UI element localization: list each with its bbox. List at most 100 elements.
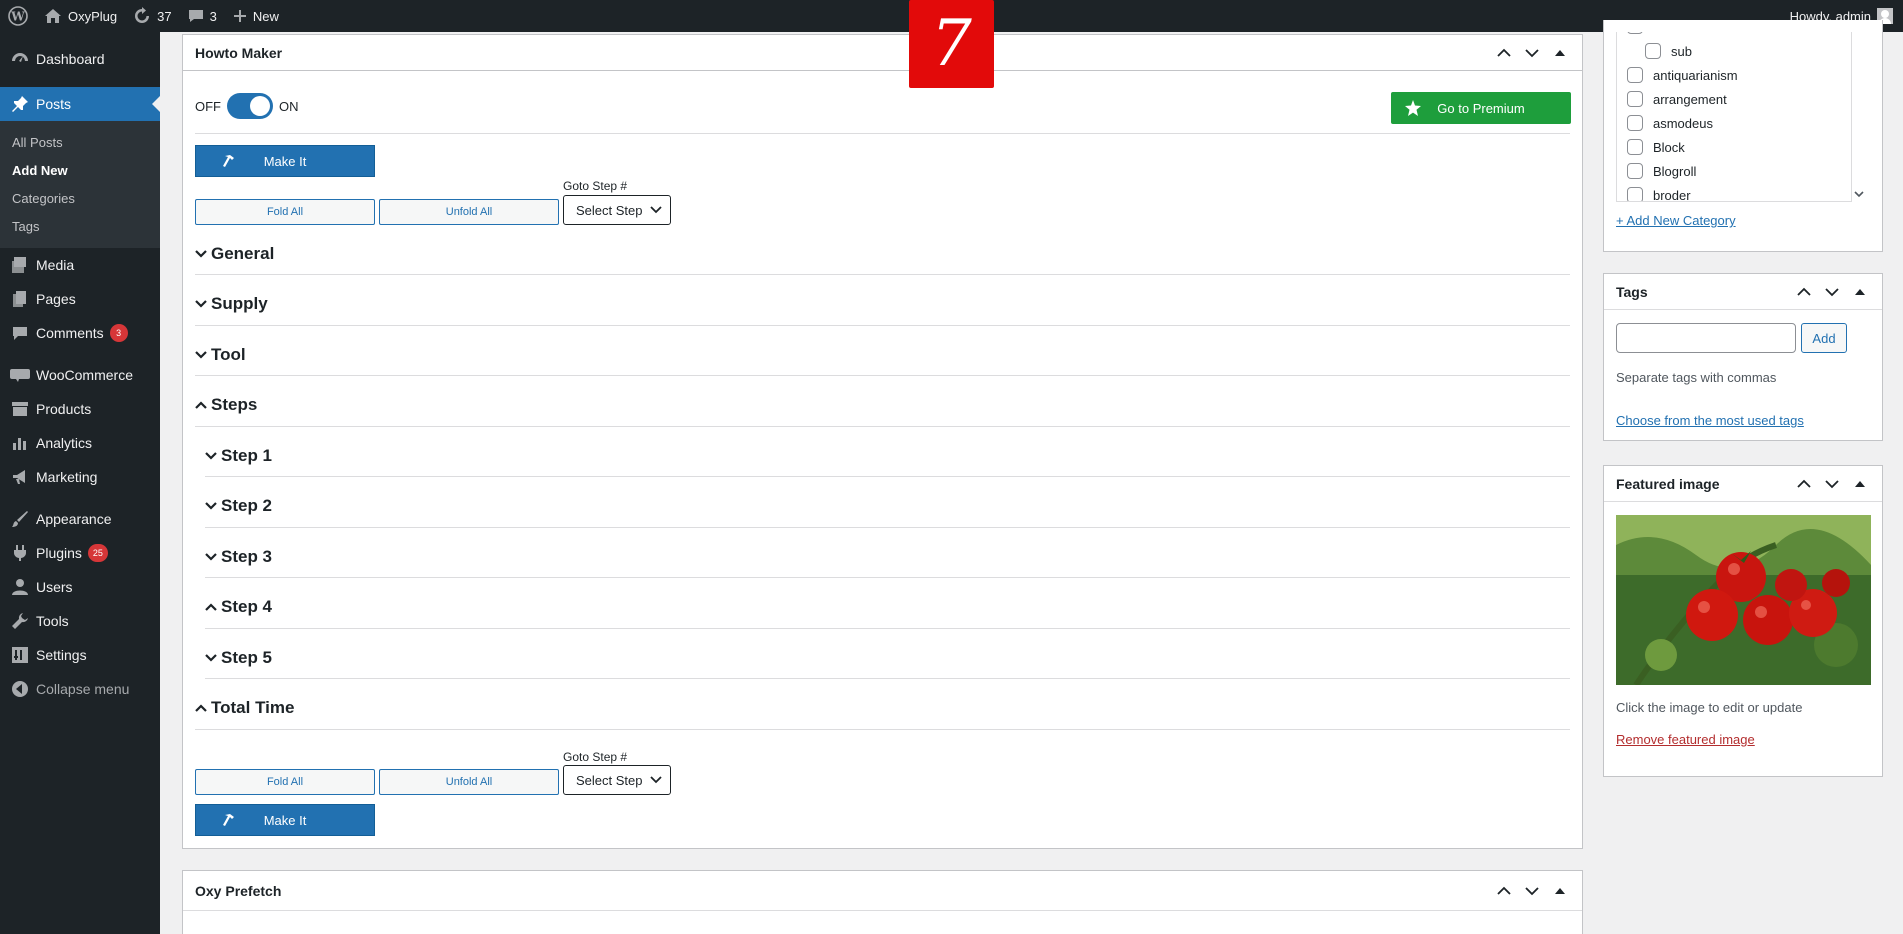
category-checkbox[interactable] (1627, 91, 1643, 107)
category-item[interactable]: broder (1627, 183, 1691, 201)
toggle-panel-icon[interactable] (1850, 474, 1870, 494)
menu-pages[interactable]: Pages (0, 282, 160, 316)
category-item[interactable]: asmodeus (1627, 111, 1713, 135)
section-step-3[interactable]: Step 3 (205, 547, 272, 567)
categories-scrollbar[interactable] (1852, 32, 1866, 202)
plugins-badge: 25 (87, 544, 108, 562)
menu-products[interactable]: Products (0, 392, 160, 426)
select-step-dropdown-bottom[interactable]: Select Step (563, 765, 671, 795)
fold-all-button-top[interactable]: Fold All (195, 199, 375, 225)
chevron-up-icon (205, 603, 217, 611)
menu-analytics[interactable]: Analytics (0, 426, 160, 460)
move-down-icon[interactable] (1822, 474, 1842, 494)
toggle-panel-icon[interactable] (1550, 43, 1570, 63)
section-step-5[interactable]: Step 5 (205, 648, 272, 668)
move-down-icon[interactable] (1522, 881, 1542, 901)
section-label: Supply (211, 294, 268, 313)
divider (195, 426, 1570, 427)
move-up-icon[interactable] (1494, 43, 1514, 63)
archive-icon (10, 399, 30, 419)
site-name-link[interactable]: OxyPlug (36, 0, 125, 32)
unfold-all-button-bottom[interactable]: Unfold All (379, 769, 559, 795)
select-step-dropdown-top[interactable]: Select Step (563, 195, 671, 225)
category-item[interactable]: sub (1645, 39, 1692, 63)
section-step-2[interactable]: Step 2 (205, 496, 272, 516)
add-new-category-link[interactable]: + Add New Category (1616, 213, 1736, 228)
menu-woocommerce[interactable]: WooCommerce (0, 358, 160, 392)
submenu-add-new[interactable]: Add New (0, 156, 160, 184)
featured-image-header: Featured image (1604, 466, 1882, 502)
section-step-4[interactable]: Step 4 (205, 597, 272, 617)
make-it-button-top[interactable]: Make It (195, 145, 375, 177)
menu-plugins[interactable]: Plugins 25 (0, 536, 160, 570)
section-general[interactable]: General (195, 244, 274, 264)
menu-media[interactable]: Media (0, 248, 160, 282)
brush-icon (10, 509, 30, 529)
section-supply[interactable]: Supply (195, 294, 268, 314)
enable-switch[interactable] (227, 93, 273, 119)
chevron-down-icon (205, 502, 217, 510)
menu-appearance[interactable]: Appearance (0, 502, 160, 536)
submenu-tags[interactable]: Tags (0, 212, 160, 240)
move-down-icon[interactable] (1822, 282, 1842, 302)
section-tool[interactable]: Tool (195, 345, 246, 365)
comments-link[interactable]: 3 (180, 0, 225, 32)
category-checkbox[interactable] (1627, 67, 1643, 83)
choose-most-used-tags-link[interactable]: Choose from the most used tags (1616, 413, 1804, 428)
menu-label: Posts (36, 96, 72, 112)
menu-collapse[interactable]: Collapse menu (0, 672, 160, 706)
move-up-icon[interactable] (1494, 881, 1514, 901)
category-checkbox[interactable] (1627, 115, 1643, 131)
unfold-all-button-top[interactable]: Unfold All (379, 199, 559, 225)
category-checkbox[interactable] (1645, 43, 1661, 59)
menu-label: Pages (36, 291, 76, 307)
go-to-premium-button[interactable]: Go to Premium (1391, 92, 1571, 124)
toggle-panel-icon[interactable] (1550, 881, 1570, 901)
category-checkbox[interactable] (1627, 187, 1643, 201)
dashboard-icon (10, 49, 30, 69)
move-up-icon[interactable] (1794, 282, 1814, 302)
refresh-icon (133, 7, 151, 25)
category-item[interactable]: Block (1627, 135, 1685, 159)
menu-tools[interactable]: Tools (0, 604, 160, 638)
submenu-categories[interactable]: Categories (0, 184, 160, 212)
add-tag-button[interactable]: Add (1801, 323, 1847, 353)
category-checkbox[interactable] (1627, 163, 1643, 179)
chevron-down-icon (650, 206, 662, 214)
section-label: Step 4 (221, 597, 273, 616)
category-label: Block (1653, 139, 1685, 155)
section-steps[interactable]: Steps (195, 395, 257, 415)
menu-comments[interactable]: Comments 3 (0, 316, 160, 350)
tag-input[interactable] (1616, 323, 1796, 353)
move-down-icon[interactable] (1522, 43, 1542, 63)
media-icon (10, 255, 30, 275)
menu-users[interactable]: Users (0, 570, 160, 604)
comments-count: 3 (209, 8, 217, 24)
featured-image-thumbnail[interactable] (1616, 515, 1871, 687)
divider (195, 375, 1570, 376)
category-item[interactable]: antiquarianism (1627, 63, 1738, 87)
make-it-button-bottom[interactable]: Make It (195, 804, 375, 836)
category-label: asmodeus (1653, 115, 1713, 131)
menu-posts[interactable]: Posts (0, 87, 160, 121)
toggle-panel-icon[interactable] (1850, 282, 1870, 302)
menu-settings[interactable]: Settings (0, 638, 160, 672)
category-item[interactable]: Blogroll (1627, 159, 1696, 183)
updates-link[interactable]: 37 (125, 0, 179, 32)
category-checkbox[interactable] (1627, 139, 1643, 155)
menu-marketing[interactable]: Marketing (0, 460, 160, 494)
new-content-link[interactable]: New (225, 0, 287, 32)
remove-featured-image-link[interactable]: Remove featured image (1616, 732, 1755, 747)
chevron-down-icon (205, 553, 217, 561)
category-item[interactable]: arrangement (1627, 87, 1727, 111)
submenu-all-posts[interactable]: All Posts (0, 128, 160, 156)
section-total-time[interactable]: Total Time (195, 698, 294, 718)
chevron-up-icon (195, 401, 207, 409)
category-label: antiquarianism (1653, 67, 1738, 83)
fold-all-button-bottom[interactable]: Fold All (195, 769, 375, 795)
move-up-icon[interactable] (1794, 474, 1814, 494)
premium-label: Go to Premium (1437, 100, 1525, 116)
section-step-1[interactable]: Step 1 (205, 446, 272, 466)
wordpress-logo-icon[interactable]: W (0, 0, 36, 32)
menu-dashboard[interactable]: Dashboard (0, 42, 160, 76)
